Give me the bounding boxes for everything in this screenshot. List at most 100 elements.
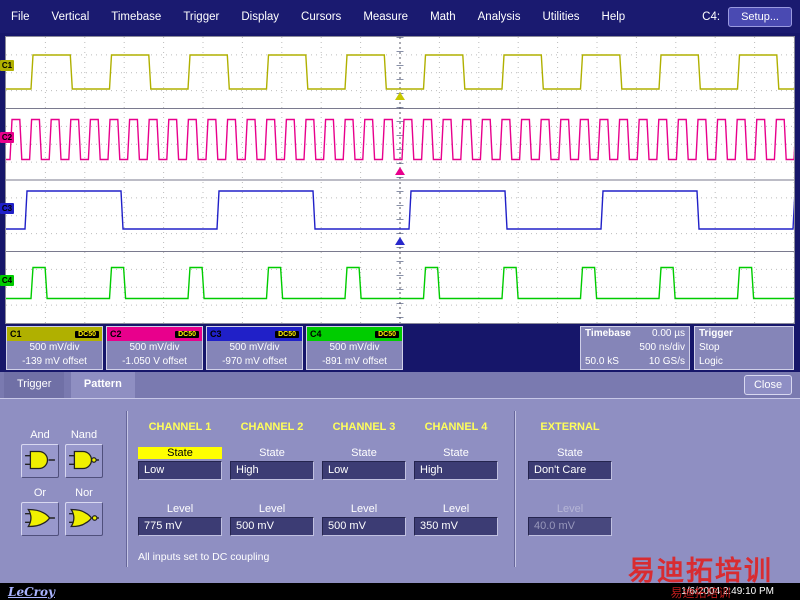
tab-trigger[interactable]: Trigger: [4, 372, 64, 398]
menu-file[interactable]: File: [0, 11, 41, 23]
timebase-delay: 0.00 µs: [652, 327, 685, 341]
menu-cursors[interactable]: Cursors: [290, 11, 352, 23]
column-title: CHANNEL 4: [414, 421, 498, 433]
waveform-traces: [6, 37, 794, 323]
channel-header: C1 DC50: [7, 327, 102, 341]
column-title: CHANNEL 1: [138, 421, 222, 433]
coupling-badge: DC50: [275, 331, 299, 338]
channel1-state-field[interactable]: Low: [138, 461, 222, 480]
volts-per-div: 500 mV/div: [107, 341, 202, 355]
coupling-note: All inputs set to DC coupling: [138, 551, 269, 563]
external-divider: [514, 411, 516, 567]
volts-per-div: 500 mV/div: [7, 341, 102, 355]
menu-measure[interactable]: Measure: [352, 11, 419, 23]
channel-descriptor-c1[interactable]: C1 DC50 500 mV/div -139 mV offset: [6, 326, 103, 370]
channel-id: C1: [10, 329, 22, 339]
setup-button[interactable]: Setup...: [728, 7, 792, 27]
pattern-panel: And Nand Or: [0, 398, 800, 583]
level-label: Level: [230, 503, 314, 515]
state-label: State: [230, 447, 314, 459]
level-label: Level: [414, 503, 498, 515]
nand-label: Nand: [62, 429, 106, 441]
state-label: State: [322, 447, 406, 459]
volts-per-div: 500 mV/div: [207, 341, 302, 355]
volts-per-div: 500 mV/div: [307, 341, 402, 355]
state-label: State: [414, 447, 498, 459]
time-per-div: 500 ns/div: [639, 341, 685, 355]
channel-label-c2[interactable]: C2: [0, 132, 14, 143]
nand-gate-icon: [68, 448, 100, 472]
pattern-column-channel4: CHANNEL 4 State High Level 350 mV: [414, 399, 498, 583]
lecroy-logo: LeCroy: [8, 585, 55, 599]
channel2-state-field[interactable]: High: [230, 461, 314, 480]
sample-rate: 10 GS/s: [649, 355, 685, 369]
coupling-badge: DC50: [375, 331, 399, 338]
nand-gate-button[interactable]: [65, 444, 103, 478]
nor-gate-button[interactable]: [65, 502, 103, 536]
channel-settings: 500 mV/div -970 mV offset: [207, 341, 302, 369]
coupling-badge: DC50: [175, 331, 199, 338]
dialog-tabs: Trigger Pattern Close: [0, 372, 800, 398]
state-label: State: [138, 447, 222, 459]
or-label: Or: [18, 487, 62, 499]
trigger-descriptor[interactable]: Trigger Stop Logic: [694, 326, 794, 370]
level-label: Level: [322, 503, 406, 515]
timebase-title: Timebase: [585, 327, 631, 341]
channel-label-c1[interactable]: C1: [0, 60, 14, 71]
trigger-dialog: Trigger Pattern Close And Nand: [0, 372, 800, 583]
menu-trigger[interactable]: Trigger: [172, 11, 230, 23]
channel-descriptor-c4[interactable]: C4 DC50 500 mV/div -891 mV offset: [306, 326, 403, 370]
or-gate-button[interactable]: [21, 502, 59, 536]
menu-analysis[interactable]: Analysis: [467, 11, 532, 23]
timebase-descriptor[interactable]: Timebase 0.00 µs 500 ns/div 50.0 kS 10 G…: [580, 326, 690, 370]
status-bar: LeCroy 1/6/2004 2:49:10 PM: [0, 583, 800, 600]
channel4-level-field[interactable]: 350 mV: [414, 517, 498, 536]
menu-help[interactable]: Help: [591, 11, 637, 23]
datetime-display: 1/6/2004 2:49:10 PM: [681, 586, 774, 597]
channel-settings: 500 mV/div -1.050 V offset: [107, 341, 202, 369]
menu-math[interactable]: Math: [419, 11, 467, 23]
and-gate-button[interactable]: [21, 444, 59, 478]
menu-timebase[interactable]: Timebase: [100, 11, 172, 23]
state-label: State: [528, 447, 612, 459]
menu-vertical[interactable]: Vertical: [41, 11, 101, 23]
gate-cell-nand: Nand: [62, 429, 106, 478]
column-title: CHANNEL 2: [230, 421, 314, 433]
menu-bar: File Vertical Timebase Trigger Display C…: [0, 0, 800, 33]
tab-pattern[interactable]: Pattern: [71, 372, 135, 398]
or-gate-icon: [24, 506, 56, 530]
channel-header: C3 DC50: [207, 327, 302, 341]
trigger-type: Logic: [699, 355, 723, 369]
waveform-grid: [5, 36, 795, 324]
menu-display[interactable]: Display: [230, 11, 290, 23]
channel2-level-field[interactable]: 500 mV: [230, 517, 314, 536]
level-label: Level: [138, 503, 222, 515]
channel-offset: -891 mV offset: [307, 355, 402, 369]
column-title: EXTERNAL: [528, 421, 612, 433]
channel3-level-field[interactable]: 500 mV: [322, 517, 406, 536]
trigger-title: Trigger: [699, 327, 733, 341]
channel-offset: -970 mV offset: [207, 355, 302, 369]
channel-label-c4[interactable]: C4: [0, 275, 14, 286]
external-state-field[interactable]: Don't Care: [528, 461, 612, 480]
nor-label: Nor: [62, 487, 106, 499]
active-channel-label: C4:: [694, 11, 728, 23]
close-button[interactable]: Close: [744, 375, 792, 395]
channel-descriptor-c2[interactable]: C2 DC50 500 mV/div -1.050 V offset: [106, 326, 203, 370]
descriptor-row: C1 DC50 500 mV/div -139 mV offset C2 DC5…: [0, 324, 800, 372]
waveform-display: C1 C2 C3 C4: [0, 33, 800, 324]
menu-utilities[interactable]: Utilities: [531, 11, 590, 23]
channel4-state-field[interactable]: High: [414, 461, 498, 480]
channel1-level-field[interactable]: 775 mV: [138, 517, 222, 536]
sample-count: 50.0 kS: [585, 355, 619, 369]
channel3-state-field[interactable]: Low: [322, 461, 406, 480]
gates-divider: [126, 411, 128, 567]
channel-descriptor-c3[interactable]: C3 DC50 500 mV/div -970 mV offset: [206, 326, 303, 370]
pattern-column-channel3: CHANNEL 3 State Low Level 500 mV: [322, 399, 406, 583]
channel-offset: -139 mV offset: [7, 355, 102, 369]
gate-cell-and: And: [18, 429, 62, 478]
gate-cell-or: Or: [18, 487, 62, 536]
pattern-column-external: EXTERNAL State Don't Care Level 40.0 mV: [528, 399, 612, 583]
channel-label-c3[interactable]: C3: [0, 203, 14, 214]
trigger-mode: Stop: [699, 341, 720, 355]
